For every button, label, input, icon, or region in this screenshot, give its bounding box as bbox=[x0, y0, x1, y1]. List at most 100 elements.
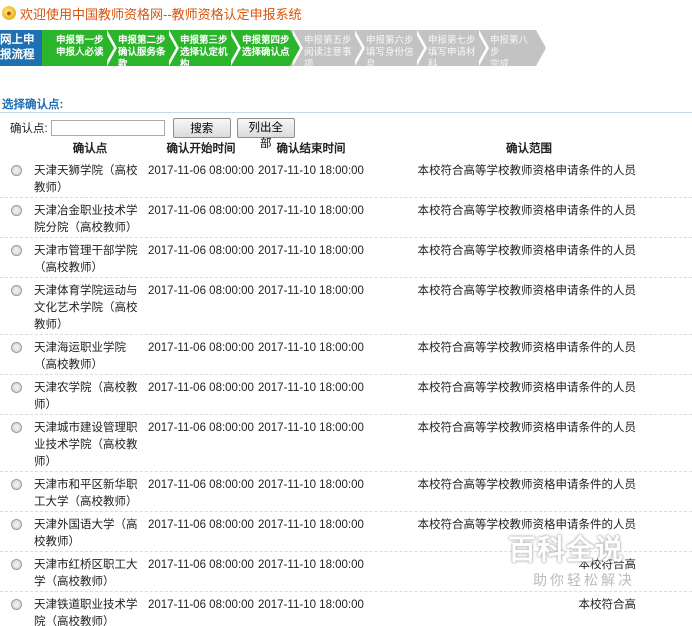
step-line2: 填写身份信息 bbox=[366, 47, 414, 70]
search-label: 确认点: bbox=[10, 123, 48, 135]
cell-name: 天津市管理干部学院（高校教师） bbox=[34, 245, 138, 274]
radio-button[interactable] bbox=[10, 285, 22, 296]
section-label: 选择确认点: bbox=[2, 99, 64, 111]
table-row: 天津海运职业学院（高校教师） 2017-11-06 08:00:00 2017-11… bbox=[0, 335, 692, 375]
cell-name: 天津冶金职业技术学院分院（高校教师） bbox=[34, 205, 138, 234]
step-0: 网上申 报流程 bbox=[0, 30, 42, 66]
cell-start-time: 2017-11-06 08:00:00 bbox=[148, 285, 254, 297]
row-radio bbox=[0, 557, 34, 591]
table-body: 天津天狮学院（高校教师） 2017-11-06 08:00:00 2017-11-1… bbox=[0, 158, 692, 626]
cell-end-time: 2017-11-10 18:00:00 bbox=[258, 165, 364, 177]
step-line1: 申报第六步 bbox=[366, 35, 414, 46]
row-radio bbox=[0, 477, 34, 511]
cell-end-time: 2017-11-10 18:00:00 bbox=[258, 342, 364, 354]
step-line2: 阅读注意事项 bbox=[304, 47, 352, 70]
step-line2: 完成 bbox=[490, 59, 510, 70]
step-line1: 申报第八步 bbox=[490, 35, 529, 58]
radio-button[interactable] bbox=[10, 599, 22, 610]
cell-start-time: 2017-11-06 08:00:00 bbox=[148, 245, 254, 257]
cell-scope: 本校符合高等学校教师资格申请条件的人员 bbox=[417, 519, 637, 531]
step-arrow-icon bbox=[290, 30, 300, 66]
cell-name: 天津市红桥区职工大学（高校教师） bbox=[34, 559, 138, 588]
table-row: 天津市和平区新华职工大学（高校教师） 2017-11-06 08:00:00 201… bbox=[0, 472, 692, 512]
step-line1: 申报第三步 bbox=[180, 35, 228, 46]
radio-button[interactable] bbox=[10, 205, 22, 216]
cell-start-time: 2017-11-06 08:00:00 bbox=[148, 519, 254, 531]
cell-scope: 本校符合高 bbox=[578, 559, 637, 571]
cell-start-time: 2017-11-06 08:00:00 bbox=[148, 559, 254, 571]
cell-scope: 本校符合高等学校教师资格申请条件的人员 bbox=[417, 479, 637, 491]
cell-start-time: 2017-11-06 08:00:00 bbox=[148, 422, 254, 434]
cell-end-time: 2017-11-10 18:00:00 bbox=[258, 519, 364, 531]
radio-button[interactable] bbox=[10, 382, 22, 393]
row-radio bbox=[0, 203, 34, 237]
step-line1: 网上申 bbox=[0, 34, 35, 46]
cell-scope: 本校符合高等学校教师资格申请条件的人员 bbox=[417, 245, 637, 257]
table-row: 天津铁道职业技术学院（高校教师） 2017-11-06 08:00:00 2017-… bbox=[0, 592, 692, 626]
step-line1: 申报第二步 bbox=[118, 35, 166, 46]
row-radio bbox=[0, 420, 34, 471]
cell-name: 天津外国语大学（高校教师） bbox=[34, 519, 138, 548]
step-line2: 报流程 bbox=[0, 49, 35, 61]
list-all-button[interactable]: 列出全部 bbox=[236, 118, 295, 150]
cell-scope: 本校符合高等学校教师资格申请条件的人员 bbox=[417, 205, 637, 217]
step-line2: 选择认定机构 bbox=[180, 47, 228, 70]
cell-end-time: 2017-11-10 18:00:00 bbox=[258, 245, 364, 257]
step-line1: 申报第五步 bbox=[304, 35, 352, 46]
step-arrow-icon bbox=[352, 30, 362, 66]
cell-name: 天津海运职业学院（高校教师） bbox=[34, 342, 126, 371]
radio-button[interactable] bbox=[10, 519, 22, 530]
step-line2: 确认服务条款 bbox=[118, 47, 166, 70]
cell-scope: 本校符合高等学校教师资格申请条件的人员 bbox=[417, 285, 637, 297]
radio-button[interactable] bbox=[10, 422, 22, 433]
divider bbox=[0, 112, 692, 113]
cell-end-time: 2017-11-10 18:00:00 bbox=[258, 479, 364, 491]
header-start-time: 确认开始时间 bbox=[166, 143, 236, 155]
cell-name: 天津市和平区新华职工大学（高校教师） bbox=[34, 479, 138, 508]
step-arrow-icon bbox=[104, 30, 114, 66]
radio-button[interactable] bbox=[10, 165, 22, 176]
cell-end-time: 2017-11-10 18:00:00 bbox=[258, 422, 364, 434]
table-row: 天津农学院（高校教师） 2017-11-06 08:00:00 2017-11-10… bbox=[0, 375, 692, 415]
cell-start-time: 2017-11-06 08:00:00 bbox=[148, 342, 254, 354]
search-button[interactable]: 搜索 bbox=[172, 118, 231, 138]
step-progress-bar: 网上申报流程 申报第一步 申报人必读 申报第二步 确认服务条款 申报第三步 选择认定机构 申报… bbox=[0, 30, 549, 70]
cell-end-time: 2017-11-10 18:00:00 bbox=[258, 205, 364, 217]
step-arrow-icon bbox=[166, 30, 176, 66]
step-line2: 选择确认点 bbox=[242, 47, 290, 58]
cell-name: 天津天狮学院（高校教师） bbox=[34, 165, 138, 194]
cell-scope: 本校符合高等学校教师资格申请条件的人员 bbox=[417, 165, 637, 177]
table-row: 天津冶金职业技术学院分院（高校教师） 2017-11-06 08:00:00 201… bbox=[0, 198, 692, 238]
page-title: 欢迎使用中国教师资格网--教师资格认定申报系统 bbox=[20, 6, 302, 22]
step-line1: 申报第四步 bbox=[242, 35, 290, 46]
radio-button[interactable] bbox=[10, 342, 22, 353]
table-row: 天津外国语大学（高校教师） 2017-11-06 08:00:00 2017-11-… bbox=[0, 512, 692, 552]
header-end-time: 确认结束时间 bbox=[276, 143, 346, 155]
table-row: 天津市红桥区职工大学（高校教师） 2017-11-06 08:00:00 2017-… bbox=[0, 552, 692, 592]
cell-end-time: 2017-11-10 18:00:00 bbox=[258, 382, 364, 394]
row-radio bbox=[0, 340, 34, 374]
cell-start-time: 2017-11-06 08:00:00 bbox=[148, 599, 254, 611]
cell-name: 天津城市建设管理职业技术学院（高校教师） bbox=[34, 422, 138, 468]
table-row: 天津天狮学院（高校教师） 2017-11-06 08:00:00 2017-11-1… bbox=[0, 158, 692, 198]
radio-button[interactable] bbox=[10, 479, 22, 490]
row-radio bbox=[0, 597, 34, 626]
radio-button[interactable] bbox=[10, 559, 22, 570]
table-row: 天津城市建设管理职业技术学院（高校教师） 2017-11-06 08:00:00 2… bbox=[0, 415, 692, 472]
cell-end-time: 2017-11-10 18:00:00 bbox=[258, 599, 364, 611]
cell-start-time: 2017-11-06 08:00:00 bbox=[148, 205, 254, 217]
step-arrow-icon bbox=[536, 30, 546, 66]
step-1: 申报第一步 申报人必读 bbox=[42, 30, 117, 66]
title-bar: ● 欢迎使用中国教师资格网--教师资格认定申报系统 bbox=[0, 0, 692, 26]
cell-scope: 本校符合高等学校教师资格申请条件的人员 bbox=[417, 382, 637, 394]
radio-button[interactable] bbox=[10, 245, 22, 256]
cell-name: 天津体育学院运动与文化艺术学院（高校教师） bbox=[34, 285, 138, 331]
row-radio bbox=[0, 380, 34, 414]
cell-start-time: 2017-11-06 08:00:00 bbox=[148, 165, 254, 177]
step-line2: 申报人必读 bbox=[56, 47, 104, 58]
search-input[interactable] bbox=[50, 120, 165, 136]
confirmation-point-table: 确认点 确认开始时间 确认结束时间 确认范围 天津天狮学院（高校教师） 2017-… bbox=[0, 140, 692, 626]
step-line2: 填写申请材料 bbox=[428, 47, 476, 70]
step-arrow-icon bbox=[414, 30, 424, 66]
cell-name: 天津铁道职业技术学院（高校教师） bbox=[34, 599, 138, 626]
